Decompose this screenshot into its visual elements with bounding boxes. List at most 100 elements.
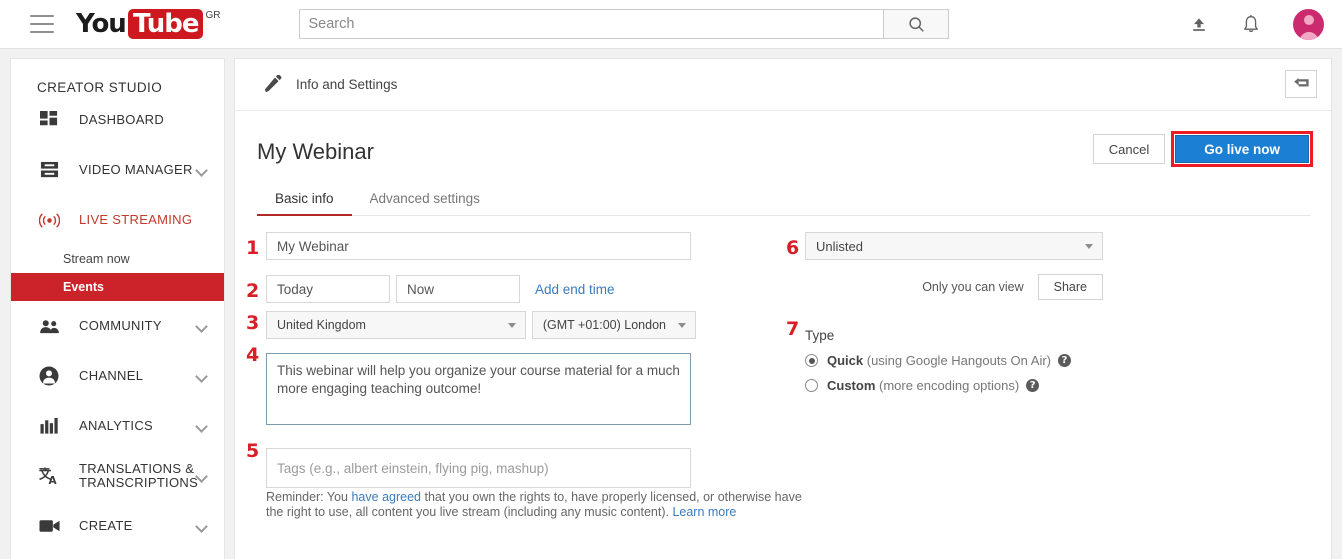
back-arrow-icon (1293, 77, 1309, 87)
go-live-highlight: Go live now (1171, 131, 1313, 167)
event-time-input[interactable] (396, 275, 520, 303)
schedule-row: Add end time (266, 275, 696, 303)
form-left-column: Add end time United Kingdom (GMT +01:00)… (266, 232, 696, 488)
event-tags-input[interactable] (266, 448, 691, 488)
breadcrumb: Info and Settings (296, 77, 398, 92)
top-navigation-bar: You Tube GR (0, 0, 1342, 49)
create-icon (37, 514, 61, 538)
marker-4: 4 (246, 344, 260, 366)
avatar-head (1303, 15, 1314, 25)
help-icon[interactable]: ? (1026, 379, 1040, 392)
hamburger-menu-icon[interactable] (30, 15, 54, 33)
sidebar-item-create[interactable]: CREATE (11, 501, 224, 551)
tab-basic-info[interactable]: Basic info (257, 191, 352, 216)
sidebar-item-label: CREATE (79, 518, 133, 533)
logo-country-code: GR (205, 10, 221, 21)
visibility-status-text: Only you can view (922, 280, 1024, 294)
sidebar-item-analytics[interactable]: ANALYTICS (11, 401, 224, 451)
search-input[interactable] (299, 9, 884, 39)
privacy-select-value: Unlisted (816, 238, 863, 254)
sidebar-item-label: VIDEO MANAGER (79, 162, 193, 177)
user-avatar[interactable] (1293, 9, 1324, 40)
privacy-select[interactable]: Unlisted (805, 232, 1103, 260)
marker-2: 2 (246, 280, 260, 302)
chevron-down-icon[interactable] (195, 420, 208, 433)
search-bar (299, 9, 950, 39)
youtube-logo[interactable]: You Tube GR (76, 9, 220, 39)
type-option-custom[interactable]: Custom (more encoding options) ? (805, 378, 1125, 393)
country-select[interactable]: United Kingdom (266, 311, 526, 339)
type-section-label: Type (805, 328, 835, 343)
channel-icon (37, 364, 61, 388)
sidebar-item-label: LIVE STREAMING (79, 212, 193, 227)
live-streaming-icon (37, 208, 61, 232)
radio-custom[interactable] (805, 379, 818, 392)
marker-1: 1 (246, 237, 260, 259)
marker-3: 3 (246, 312, 260, 334)
chevron-down-icon[interactable] (195, 320, 208, 333)
share-row: Only you can view Share (805, 274, 1103, 300)
back-button[interactable] (1285, 70, 1317, 98)
marker-7: 7 (786, 318, 800, 340)
sidebar-subitem-label: Events (63, 280, 104, 294)
event-description-textarea[interactable]: This webinar will help you organize your… (266, 353, 691, 425)
radio-quick[interactable] (805, 354, 818, 367)
form-right-column: Unlisted Only you can view Share Type Qu… (805, 232, 1125, 393)
sidebar-item-dashboard[interactable]: DASHBOARD (11, 95, 224, 145)
chevron-down-icon (678, 323, 686, 328)
sidebar-item-label: COMMUNITY (79, 318, 162, 333)
video-manager-icon (37, 158, 61, 182)
event-date-input[interactable] (266, 275, 390, 303)
sidebar-item-video-manager[interactable]: VIDEO MANAGER (11, 145, 224, 195)
sidebar-subitem-stream-now[interactable]: Stream now (11, 245, 224, 273)
type-custom-detail: (more encoding options) (875, 378, 1020, 393)
go-live-now-button[interactable]: Go live now (1175, 135, 1309, 163)
sidebar-item-label: ANALYTICS (79, 418, 153, 433)
bell-icon (1244, 14, 1258, 32)
sidebar-title: CREATOR STUDIO (37, 80, 163, 95)
action-buttons: Cancel Go live now (1092, 131, 1313, 167)
reminder-prefix: Reminder: You (266, 490, 352, 504)
logo-tube-text: Tube (127, 9, 204, 39)
rights-reminder-text: Reminder: You have agreed that you own t… (266, 490, 806, 520)
type-option-quick-label: Quick (using Google Hangouts On Air) (827, 353, 1051, 368)
marker-6: 6 (786, 237, 800, 259)
sidebar-item-label: DASHBOARD (79, 112, 165, 127)
type-custom-name: Custom (827, 378, 876, 393)
translations-icon: 文 A (37, 464, 61, 488)
sidebar-item-community[interactable]: COMMUNITY (11, 301, 224, 351)
add-end-time-link[interactable]: Add end time (535, 282, 615, 297)
chevron-down-icon[interactable] (195, 164, 208, 177)
logo-you-text: You (76, 9, 127, 39)
sidebar-subitem-label: Stream now (63, 252, 130, 266)
timezone-select[interactable]: (GMT +01:00) London (531, 311, 696, 339)
search-button[interactable] (883, 9, 950, 39)
sidebar-item-label: CHANNEL (79, 368, 144, 383)
dashboard-icon (37, 108, 61, 132)
svg-text:A: A (48, 475, 57, 486)
chevron-down-icon[interactable] (195, 520, 208, 533)
sidebar-item-translations[interactable]: 文 A TRANSLATIONS & TRANSCRIPTIONS (11, 451, 224, 501)
tab-advanced-settings[interactable]: Advanced settings (352, 191, 498, 215)
share-button[interactable]: Share (1037, 274, 1103, 300)
notifications-button[interactable] (1241, 14, 1261, 36)
pencil-icon (263, 75, 282, 94)
type-option-quick[interactable]: Quick (using Google Hangouts On Air) ? (805, 353, 1125, 368)
cancel-button[interactable]: Cancel (1092, 134, 1166, 164)
community-icon (37, 314, 61, 338)
creator-studio-sidebar: CREATOR STUDIO DASHBOARD VIDEO MANAGER L… (10, 58, 225, 559)
sidebar-item-live-streaming[interactable]: LIVE STREAMING (11, 195, 224, 245)
sidebar-item-channel[interactable]: CHANNEL (11, 351, 224, 401)
have-agreed-link[interactable]: have agreed (351, 490, 421, 504)
help-icon[interactable]: ? (1058, 354, 1072, 367)
chevron-down-icon[interactable] (195, 370, 208, 383)
upload-button[interactable] (1189, 15, 1209, 35)
avatar-body (1299, 32, 1318, 40)
event-title-input[interactable] (266, 232, 691, 260)
main-content-panel: Info and Settings My Webinar Cancel Go l… (234, 58, 1332, 559)
timezone-select-value: (GMT +01:00) London (542, 318, 666, 332)
sidebar-subitem-events[interactable]: Events (11, 273, 224, 301)
learn-more-link[interactable]: Learn more (672, 505, 736, 519)
analytics-icon (37, 414, 61, 438)
tab-bar: Basic info Advanced settings (257, 191, 1311, 216)
